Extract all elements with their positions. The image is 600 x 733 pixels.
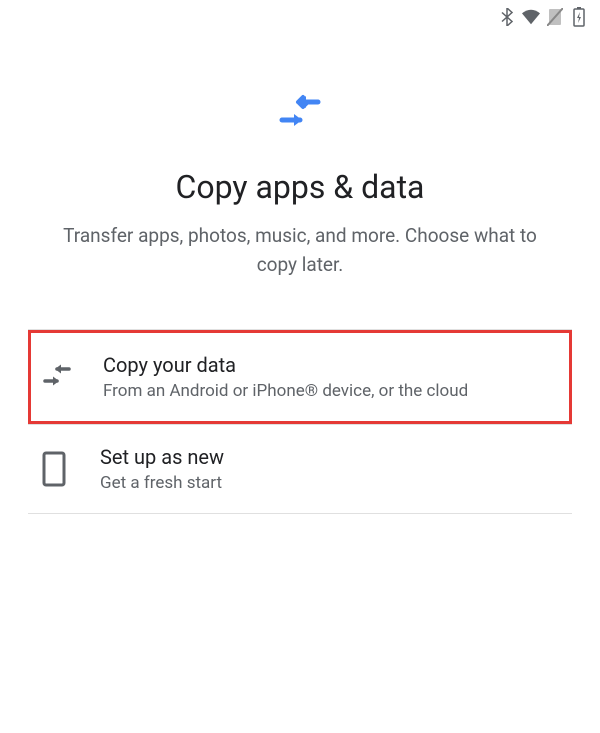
page-subtitle: Transfer apps, photos, music, and more. … xyxy=(50,222,550,279)
transfer-arrows-icon xyxy=(276,94,324,138)
divider xyxy=(28,513,572,514)
option-subtitle: Get a fresh start xyxy=(100,473,224,493)
option-subtitle: From an Android or iPhone® device, or th… xyxy=(103,381,468,401)
bluetooth-icon xyxy=(498,8,516,26)
hero-section: Copy apps & data Transfer apps, photos, … xyxy=(0,34,600,299)
wifi-icon xyxy=(522,8,540,26)
option-title: Set up as new xyxy=(100,445,224,469)
option-text: Copy your data From an Android or iPhone… xyxy=(103,353,468,401)
phone-icon xyxy=(36,451,72,487)
option-text: Set up as new Get a fresh start xyxy=(100,445,224,493)
status-bar xyxy=(0,0,600,34)
option-title: Copy your data xyxy=(103,353,468,377)
copy-your-data-option[interactable]: Copy your data From an Android or iPhone… xyxy=(28,330,572,424)
set-up-as-new-option[interactable]: Set up as new Get a fresh start xyxy=(28,425,572,513)
battery-charging-icon xyxy=(570,8,588,26)
options-list: Copy your data From an Android or iPhone… xyxy=(0,299,600,514)
no-sim-icon xyxy=(546,8,564,26)
page-title: Copy apps & data xyxy=(176,168,425,206)
transfer-arrows-small-icon xyxy=(39,359,75,395)
